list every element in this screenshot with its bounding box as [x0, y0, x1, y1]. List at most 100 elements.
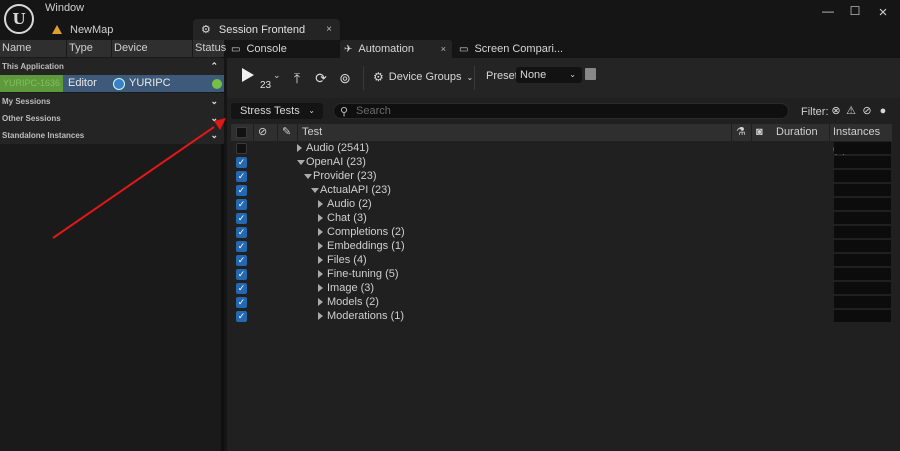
row-checkbox[interactable]: ✓	[236, 185, 247, 196]
maximize-button[interactable]: ☐	[845, 4, 865, 20]
row-checkbox[interactable]: ✓	[236, 199, 247, 210]
row-checkbox[interactable]: ✓	[236, 269, 247, 280]
section-this-application[interactable]: This Application ⌃	[0, 58, 224, 75]
close-tab-icon[interactable]: ×	[441, 44, 446, 54]
filter-warning-icon[interactable]: ⚠	[845, 105, 857, 117]
expand-down-icon[interactable]	[297, 160, 305, 165]
column-divider	[277, 124, 278, 141]
table-row[interactable]: ✓ Models (2)	[231, 295, 892, 309]
row-checkbox[interactable]: ✓	[236, 241, 247, 252]
table-row[interactable]: ✓ Audio (2)	[231, 197, 892, 211]
tab-label: Screen Compari...	[474, 43, 564, 55]
expand-right-icon[interactable]	[318, 228, 323, 236]
col-instances[interactable]: Instances (1)	[833, 124, 892, 155]
find-workers-icon[interactable]: ⊚	[337, 70, 353, 86]
expand-down-icon[interactable]	[311, 188, 319, 193]
preset-select[interactable]: None ⌄	[516, 67, 582, 83]
session-frontend-tab-label: Session Frontend	[218, 23, 306, 36]
device-groups-button[interactable]: ⚙ Device Groups ⌄	[373, 70, 473, 84]
close-tab-icon[interactable]: ×	[326, 24, 332, 35]
tab-automation[interactable]: ✈ Automation ×	[340, 40, 452, 58]
expand-right-icon[interactable]	[318, 312, 323, 320]
stop-icon[interactable]: ⤒	[289, 70, 305, 86]
row-checkbox[interactable]: ✓	[236, 171, 247, 182]
device-groups-label: Device Groups	[388, 71, 462, 83]
row-checkbox[interactable]: ✓	[236, 311, 247, 322]
preset-value: None	[520, 69, 547, 81]
section-label: Other Sessions	[2, 114, 61, 123]
table-row[interactable]: ✓ Completions (2)	[231, 225, 892, 239]
session-type: Editor	[68, 77, 97, 89]
test-name: OpenAI (23)	[306, 156, 366, 168]
session-frontend-tab[interactable]: ⚙ Session Frontend ×	[193, 19, 340, 40]
tab-label: Automation	[358, 43, 415, 55]
table-row[interactable]: ✓ OpenAI (23)	[231, 155, 892, 169]
refresh-icon[interactable]: ⟳	[313, 70, 329, 86]
column-divider	[253, 124, 254, 141]
expand-right-icon[interactable]	[297, 144, 302, 152]
section-other-sessions[interactable]: Other Sessions ⌄	[0, 110, 224, 127]
col-test[interactable]: Test	[302, 124, 322, 141]
filter-error-icon[interactable]: ⊗	[830, 105, 842, 117]
tab-screen-comparison[interactable]: ▭ Screen Compari...	[455, 40, 567, 58]
expand-down-icon[interactable]	[304, 174, 312, 179]
expand-right-icon[interactable]	[318, 214, 323, 222]
section-standalone-instances[interactable]: Standalone Instances ⌄	[0, 127, 224, 144]
session-row[interactable]: YURIPC-1636 Editor YURIPC	[0, 75, 224, 92]
table-row[interactable]: ✓ Provider (23)	[231, 169, 892, 183]
row-checkbox[interactable]: ✓	[236, 255, 247, 266]
table-row[interactable]: ✓ Embeddings (1)	[231, 239, 892, 253]
test-name: Files (4)	[327, 254, 367, 266]
flask-icon: ⚗	[736, 126, 746, 138]
table-row[interactable]: ✓ Files (4)	[231, 253, 892, 267]
edit-column-icon: ✎	[282, 126, 292, 138]
filter-user-icon[interactable]: ●	[877, 105, 889, 117]
table-row[interactable]: Audio (2541)	[231, 141, 892, 155]
section-my-sessions[interactable]: My Sessions ⌄	[0, 93, 224, 110]
test-name: Fine-tuning (5)	[327, 268, 399, 280]
chevron-down-icon[interactable]: ⌄	[273, 70, 281, 81]
row-checkbox[interactable]: ✓	[236, 227, 247, 238]
disabled-column-icon: ⊘	[258, 126, 268, 138]
subtab-bar: ▭ Console ✈ Automation × ▭ Screen Compar…	[227, 40, 900, 58]
expand-right-icon[interactable]	[318, 298, 323, 306]
run-icon[interactable]	[242, 68, 254, 82]
col-name[interactable]: Name	[0, 40, 67, 57]
level-tab[interactable]: NewMap	[40, 19, 190, 40]
tab-console[interactable]: ▭ Console	[227, 40, 339, 58]
col-status[interactable]: Status	[193, 40, 226, 57]
search-box[interactable]: ⚲	[333, 103, 789, 119]
chevron-down-icon: ⌄	[210, 130, 218, 140]
minimize-button[interactable]: —	[818, 4, 838, 20]
row-checkbox[interactable]: ✓	[236, 157, 247, 168]
table-row[interactable]: ✓ Image (3)	[231, 281, 892, 295]
window-menu[interactable]: Window	[45, 2, 84, 14]
test-group-dropdown[interactable]: Stress Tests ⌄	[231, 103, 323, 119]
row-checkbox[interactable]	[236, 143, 247, 154]
toolbar-divider	[474, 66, 475, 90]
row-checkbox[interactable]: ✓	[236, 213, 247, 224]
expand-right-icon[interactable]	[318, 284, 323, 292]
table-row[interactable]: ✓ Fine-tuning (5)	[231, 267, 892, 281]
row-checkbox[interactable]: ✓	[236, 283, 247, 294]
unreal-logo-icon[interactable]: U	[4, 4, 34, 34]
col-duration[interactable]: Duration	[776, 124, 818, 141]
row-checkbox[interactable]: ✓	[236, 297, 247, 308]
column-divider	[829, 124, 830, 141]
table-row[interactable]: ✓ Chat (3)	[231, 211, 892, 225]
table-row[interactable]: ✓ ActualAPI (23)	[231, 183, 892, 197]
instance-cell	[834, 142, 891, 154]
search-input[interactable]	[356, 104, 776, 118]
save-icon[interactable]	[585, 68, 596, 80]
expand-right-icon[interactable]	[318, 200, 323, 208]
expand-right-icon[interactable]	[318, 256, 323, 264]
close-window-button[interactable]: ×	[873, 4, 893, 21]
instance-cell	[834, 170, 891, 182]
col-device[interactable]: Device	[112, 40, 193, 57]
table-row[interactable]: ✓ Moderations (1)	[231, 309, 892, 323]
filter-disabled-icon[interactable]: ⊘	[861, 105, 873, 117]
select-all-checkbox[interactable]	[236, 127, 247, 138]
expand-right-icon[interactable]	[318, 270, 323, 278]
expand-right-icon[interactable]	[318, 242, 323, 250]
col-type[interactable]: Type	[67, 40, 112, 57]
